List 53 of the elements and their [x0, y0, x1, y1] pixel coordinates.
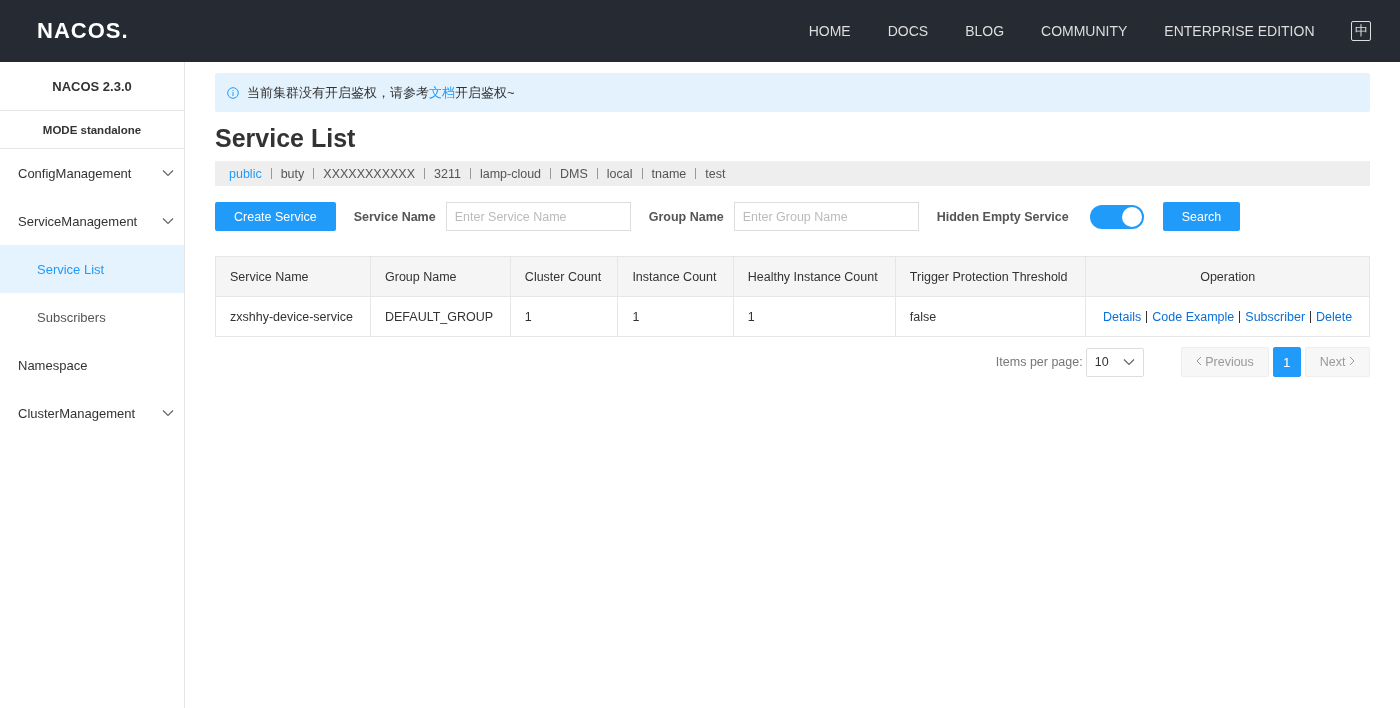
mode-label: MODE standalone [0, 111, 184, 149]
chevron-right-icon [1349, 356, 1355, 366]
operation-link[interactable]: Details [1103, 309, 1142, 324]
nav-link[interactable]: ENTERPRISE EDITION [1145, 23, 1333, 39]
menu-item[interactable]: ConfigManagement [0, 149, 184, 197]
logo-text: NACOS. [37, 18, 129, 44]
language-button[interactable]: 中 [1351, 21, 1371, 41]
namespace-link[interactable]: test [705, 166, 726, 181]
page-title: Service List [215, 124, 357, 153]
toggle-label: Hidden Empty Service [936, 209, 1069, 224]
operation-link[interactable]: Delete [1316, 309, 1353, 324]
column-header: Group Name [370, 256, 511, 297]
chevron-left-icon [1195, 356, 1202, 366]
info-icon [227, 86, 239, 99]
table-cell: DEFAULT_GROUP [370, 296, 511, 337]
namespace-link[interactable]: 3211 [434, 166, 461, 181]
items-per-page-label: Items per page: [995, 355, 1083, 369]
namespace-link[interactable]: lamp-cloud [479, 166, 542, 181]
group-name-field[interactable]: Enter Group Name [733, 202, 919, 231]
nav-link[interactable]: DOCS [869, 23, 947, 39]
namespace-link[interactable]: tname [651, 166, 687, 181]
nav-link[interactable]: BLOG [946, 23, 1023, 39]
column-header: Healthy Instance Count [733, 256, 896, 297]
namespace-link[interactable]: local [606, 166, 633, 181]
column-header: Service Name [215, 256, 371, 297]
toggle-switch[interactable] [1089, 204, 1144, 229]
table-cell: 1 [510, 296, 618, 337]
nav-link[interactable]: COMMUNITY [1022, 23, 1146, 39]
notice-text: 当前集群没有开启鉴权，请参考文档开启鉴权~ [247, 83, 515, 102]
column-header: Trigger Protection Threshold [895, 256, 1086, 297]
page-size-select[interactable]: 10 [1085, 347, 1144, 377]
table-cell: false [895, 296, 1086, 337]
table-cell: 1 [733, 296, 896, 337]
field-label: Service Name [353, 209, 436, 224]
menu-item[interactable]: ClusterManagement [0, 389, 184, 437]
field-label: Group Name [648, 209, 724, 224]
version-label: NACOS 2.3.0 [0, 62, 184, 111]
column-header: Cluster Count [510, 256, 618, 297]
table-cell: 1 [617, 296, 734, 337]
operation-link[interactable]: Subscriber [1245, 309, 1306, 324]
operation-link[interactable]: Code Example [1152, 309, 1235, 324]
menu-item[interactable]: Namespace [0, 341, 184, 389]
namespace-link[interactable]: DMS [560, 166, 588, 181]
submenu-item[interactable]: Subscribers [0, 293, 184, 341]
namespace-link[interactable]: buty [280, 166, 305, 181]
table-cell: zxshhy-device-service [215, 296, 371, 337]
nav-link[interactable]: HOME [790, 23, 870, 39]
namespace-link[interactable]: XXXXXXXXXXX [323, 166, 416, 181]
chevron-down-icon [1122, 358, 1135, 366]
menu-item[interactable]: ServiceManagement [0, 197, 184, 245]
column-header: Operation [1085, 256, 1370, 297]
column-header: Instance Count [617, 256, 734, 297]
service-name-field[interactable]: Enter Service Name [445, 202, 631, 231]
